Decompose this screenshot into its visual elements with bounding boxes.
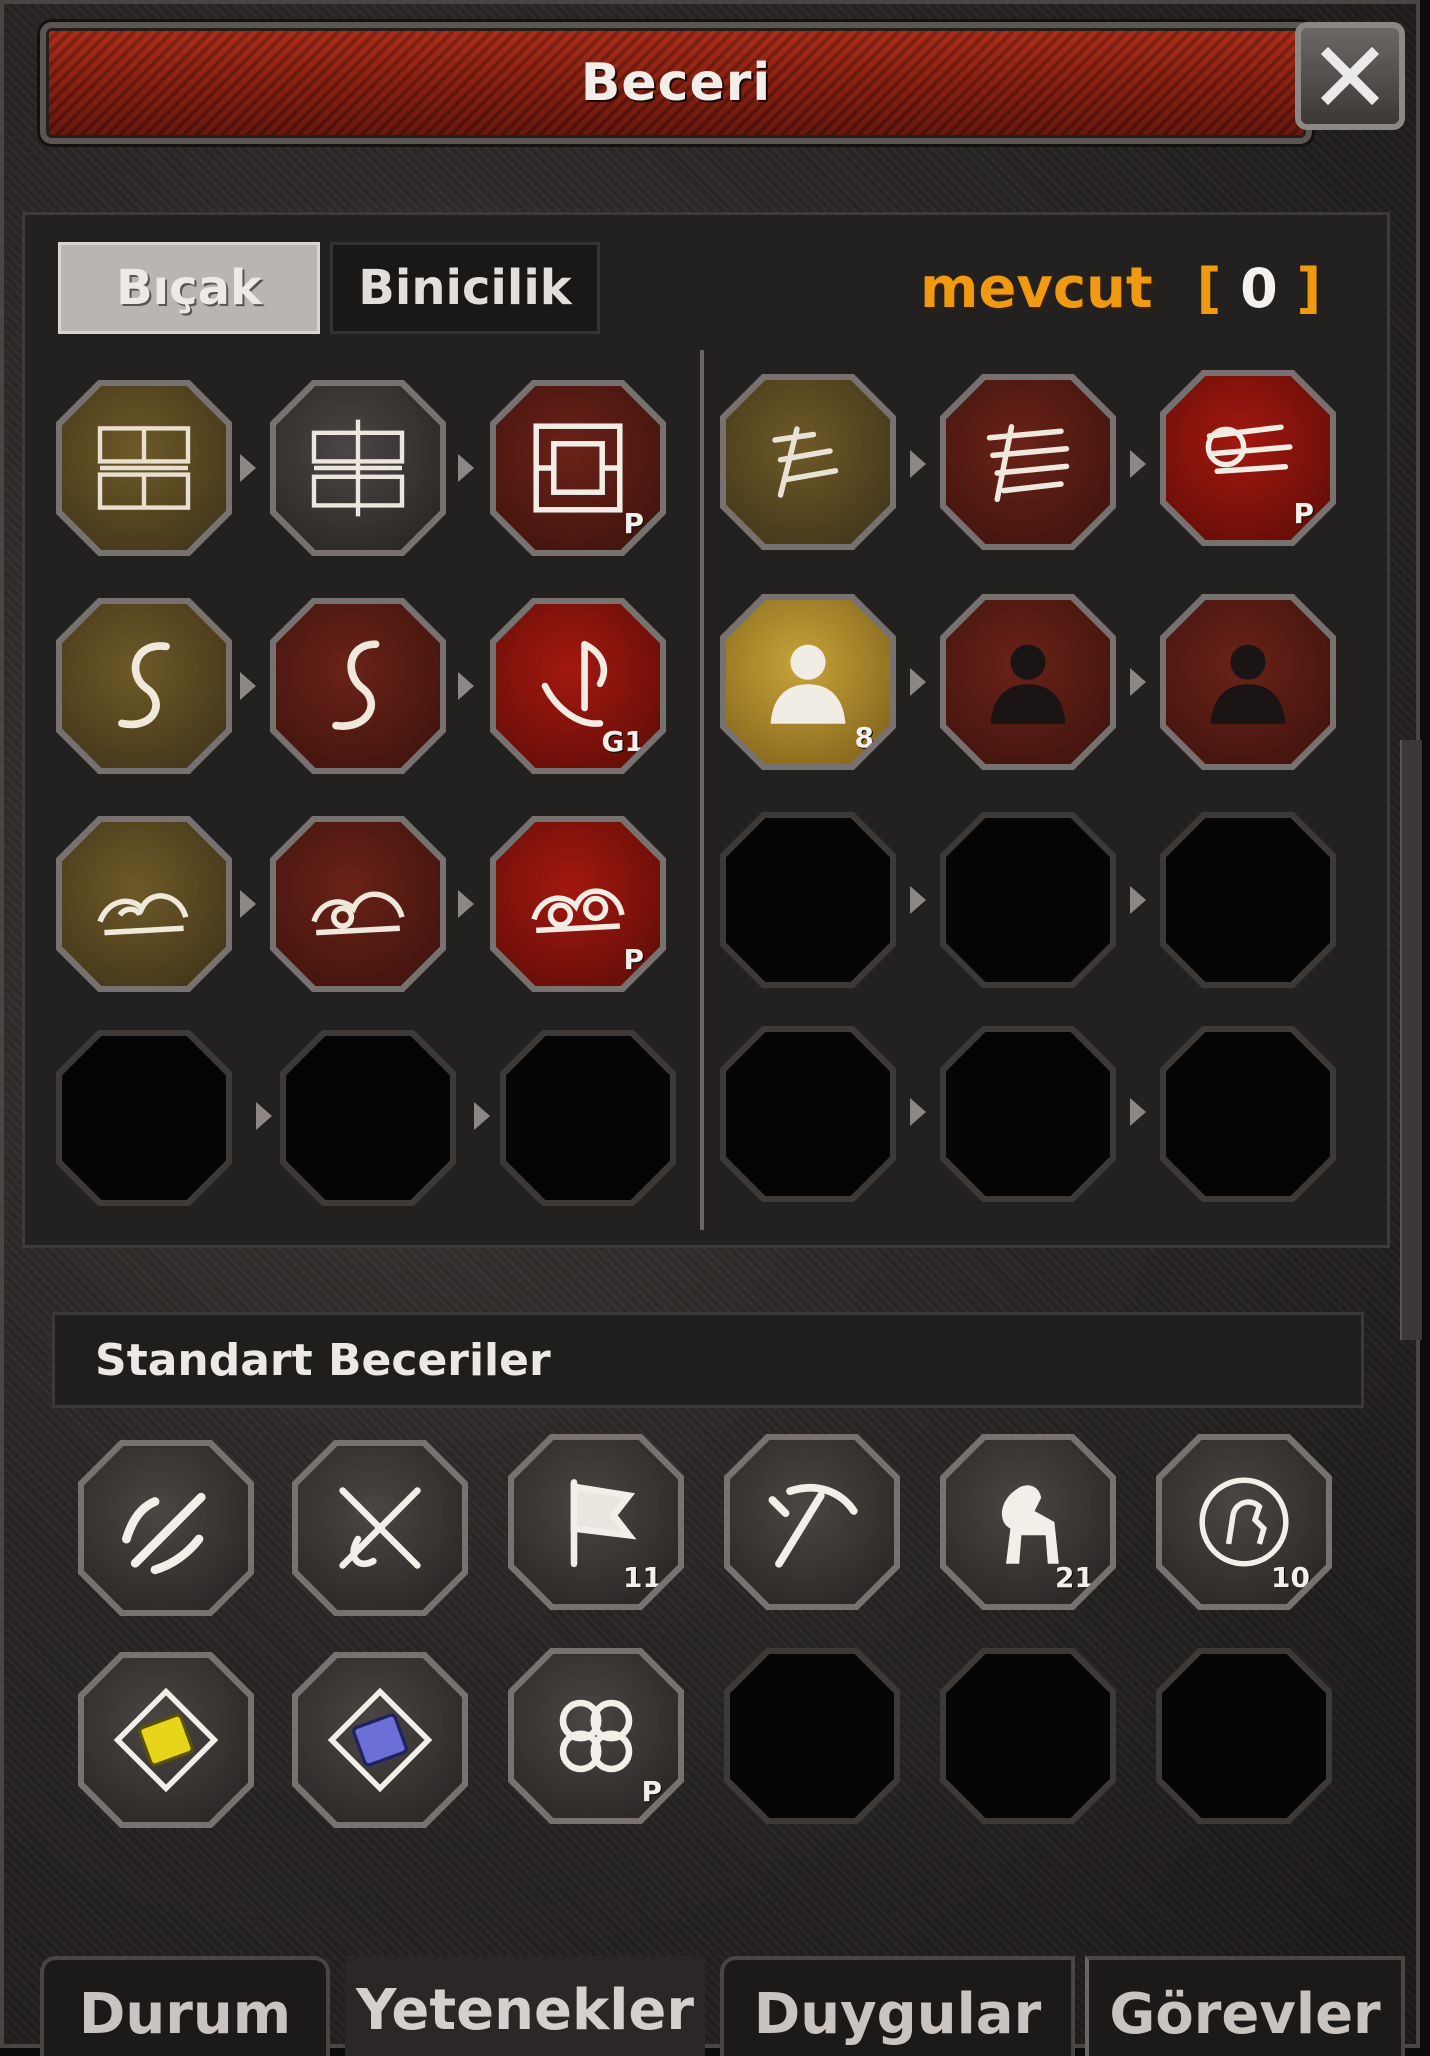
skill-slot[interactable] bbox=[56, 816, 232, 992]
arrow-icon bbox=[458, 890, 474, 918]
pickaxe-icon bbox=[768, 1484, 858, 1568]
wall-pattern-icon bbox=[97, 426, 191, 510]
skill-slot[interactable]: P bbox=[508, 1648, 684, 1824]
wind-slash-icon bbox=[772, 426, 839, 498]
arrow-icon bbox=[1130, 450, 1146, 478]
skill-slot[interactable]: P bbox=[1160, 370, 1336, 546]
tab-durum[interactable]: Durum bbox=[40, 1956, 330, 2056]
arrow-icon bbox=[1130, 668, 1146, 696]
cloud-icon bbox=[311, 891, 405, 936]
arrow-icon bbox=[458, 672, 474, 700]
skill-slot[interactable] bbox=[720, 374, 896, 550]
empty-skill-slot[interactable] bbox=[724, 1648, 900, 1824]
bottom-tab-bar: Durum Yetenekler Duygular Görevler bbox=[0, 1948, 1420, 2056]
tab-binicilik[interactable]: Binicilik bbox=[330, 242, 600, 334]
skill-slot[interactable] bbox=[78, 1440, 254, 1616]
skill-slot[interactable]: 10 bbox=[1156, 1434, 1332, 1610]
skill-slot[interactable] bbox=[1160, 594, 1336, 770]
cloud-icon bbox=[97, 893, 189, 936]
skill-slot[interactable] bbox=[940, 374, 1116, 550]
column-divider bbox=[700, 350, 704, 1230]
fortress-icon bbox=[533, 423, 623, 513]
close-icon bbox=[1320, 46, 1380, 106]
window-title: Beceri bbox=[580, 53, 772, 113]
skill-slot[interactable] bbox=[270, 380, 446, 556]
person-silhouette-icon bbox=[1210, 644, 1286, 724]
arrow-icon bbox=[240, 890, 256, 918]
empty-skill-slot[interactable] bbox=[1160, 812, 1336, 988]
cloud-icon bbox=[531, 888, 625, 934]
arrow-icon bbox=[256, 1102, 272, 1130]
tab-yetenekler[interactable]: Yetenekler bbox=[345, 1956, 705, 2056]
arrow-icon bbox=[1130, 1098, 1146, 1126]
skill-slot[interactable] bbox=[270, 816, 446, 992]
skill-slot[interactable] bbox=[270, 598, 446, 774]
skill-slot[interactable] bbox=[940, 594, 1116, 770]
sword-slash-icon bbox=[122, 1492, 206, 1575]
knot-symbol-icon bbox=[559, 1699, 633, 1773]
wind-slash-icon bbox=[986, 424, 1070, 503]
scrollbar[interactable] bbox=[1400, 740, 1422, 1340]
standard-skills-header: Standart Beceriler bbox=[52, 1312, 1364, 1408]
tab-gorevler[interactable]: Görevler bbox=[1085, 1956, 1405, 2056]
yellow-gem-icon bbox=[113, 1687, 219, 1793]
skill-slot[interactable] bbox=[292, 1440, 468, 1616]
wall-pattern-icon bbox=[311, 419, 405, 517]
available-points-value: [ 0 ] bbox=[1196, 256, 1322, 320]
empty-skill-slot[interactable] bbox=[940, 812, 1116, 988]
empty-skill-slot[interactable] bbox=[280, 1030, 456, 1206]
empty-skill-slot[interactable] bbox=[940, 1026, 1116, 1202]
close-button[interactable] bbox=[1295, 22, 1405, 130]
skill-slot[interactable]: P bbox=[490, 816, 666, 992]
available-points: mevcut [ 0 ] bbox=[920, 240, 1321, 336]
arrow-icon bbox=[910, 668, 926, 696]
skill-slot[interactable]: 8 bbox=[720, 594, 896, 770]
arrow-icon bbox=[240, 672, 256, 700]
skill-slot[interactable] bbox=[56, 380, 232, 556]
tab-duygular[interactable]: Duygular bbox=[720, 1956, 1075, 2056]
empty-skill-slot[interactable] bbox=[720, 1026, 896, 1202]
arrow-icon bbox=[910, 1098, 926, 1126]
person-silhouette-icon bbox=[990, 644, 1066, 724]
arrow-icon bbox=[240, 454, 256, 482]
tab-bicak[interactable]: Bıçak bbox=[58, 242, 320, 334]
empty-skill-slot[interactable] bbox=[1160, 1026, 1336, 1202]
skill-slot[interactable]: 21 bbox=[940, 1434, 1116, 1610]
skill-slot[interactable] bbox=[724, 1434, 900, 1610]
empty-skill-slot[interactable] bbox=[500, 1030, 676, 1206]
skill-slot[interactable] bbox=[292, 1652, 468, 1828]
title-bar[interactable]: Beceri bbox=[40, 22, 1312, 144]
arrow-icon bbox=[474, 1102, 490, 1130]
person-silhouette-icon bbox=[770, 644, 846, 724]
empty-skill-slot[interactable] bbox=[720, 812, 896, 988]
skill-slot[interactable] bbox=[78, 1652, 254, 1828]
empty-skill-slot[interactable] bbox=[56, 1030, 232, 1206]
available-points-label: mevcut bbox=[920, 255, 1153, 321]
serpent-icon bbox=[118, 642, 170, 729]
arrow-icon bbox=[1130, 886, 1146, 914]
empty-skill-slot[interactable] bbox=[940, 1648, 1116, 1824]
arrow-icon bbox=[910, 886, 926, 914]
skill-slot[interactable]: P bbox=[490, 380, 666, 556]
fishing-rod-icon bbox=[339, 1487, 421, 1569]
skill-slot[interactable] bbox=[56, 598, 232, 774]
empty-skill-slot[interactable] bbox=[1156, 1648, 1332, 1824]
blue-gem-icon bbox=[327, 1687, 433, 1793]
standard-skills-label: Standart Beceriler bbox=[95, 1334, 551, 1386]
arrow-icon bbox=[910, 450, 926, 478]
skill-slot[interactable]: 11 bbox=[508, 1434, 684, 1610]
wind-slash-icon bbox=[1205, 424, 1293, 474]
serpent-icon bbox=[332, 640, 380, 730]
skill-slot[interactable]: G1 bbox=[490, 598, 666, 774]
arrow-icon bbox=[458, 454, 474, 482]
